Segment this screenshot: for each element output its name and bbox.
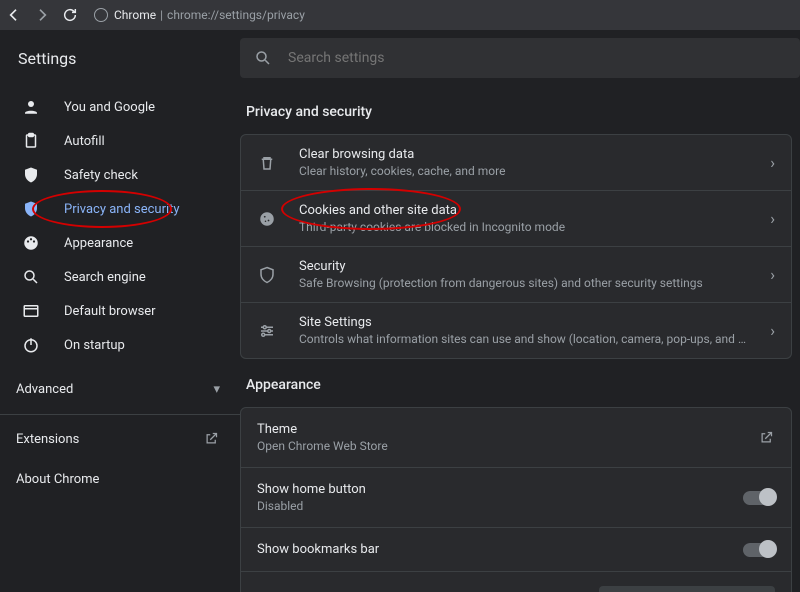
sidebar-item-label: Default browser [64,304,156,319]
card-title: Site Settings [299,315,748,330]
sidebar-item-you-and-google[interactable]: You and Google [0,90,240,124]
chevron-right-icon: › [770,265,775,284]
row-desc: Disabled [257,499,731,513]
sidebar-extensions-label: Extensions [16,432,79,447]
sidebar-about-chrome[interactable]: About Chrome [0,459,240,499]
open-external-icon [759,430,775,446]
browser-toolbar: Chrome | chrome://settings/privacy [0,0,800,30]
card-clear-browsing-data[interactable]: Clear browsing data Clear history, cooki… [240,134,792,191]
card-title: Clear browsing data [299,147,748,162]
sidebar-item-label: Privacy and security [64,202,180,217]
card-desc: Clear history, cookies, cache, and more [299,164,748,178]
row-title: Show bookmarks bar [257,542,731,557]
row-show-home-button[interactable]: Show home button Disabled [240,468,792,528]
card-security[interactable]: Security Safe Browsing (protection from … [240,247,792,303]
sidebar-item-autofill[interactable]: Autofill [0,124,240,158]
site-info-icon[interactable] [94,8,108,22]
browser-icon [22,302,40,320]
clipboard-icon [22,132,40,150]
palette-icon [22,234,40,252]
forward-button[interactable] [34,7,50,23]
card-title: Cookies and other site data [299,203,748,218]
sidebar-item-label: On startup [64,338,125,353]
card-desc: Safe Browsing (protection from dangerous… [299,276,748,290]
row-desc: Open Chrome Web Store [257,439,747,453]
sidebar-about-label: About Chrome [16,472,99,487]
card-desc: Controls what information sites can use … [299,332,748,346]
card-site-settings[interactable]: Site Settings Controls what information … [240,303,792,359]
card-desc: Third-party cookies are blocked in Incog… [299,220,748,234]
back-button[interactable] [6,7,22,23]
section-title-appearance: Appearance [246,377,800,393]
sidebar-item-label: Safety check [64,168,138,183]
row-show-bookmarks-bar[interactable]: Show bookmarks bar [240,528,792,572]
sidebar-item-label: You and Google [64,100,155,115]
tune-icon [257,321,277,341]
shield-check-icon [22,166,40,184]
search-settings[interactable] [240,38,800,78]
sidebar-item-privacy-and-security[interactable]: Privacy and security [0,192,240,226]
chevron-right-icon: › [770,153,775,172]
card-cookies[interactable]: Cookies and other site data Third-party … [240,191,792,247]
sidebar-item-label: Autofill [64,134,105,149]
toggle-home-button[interactable] [743,491,775,505]
row-theme[interactable]: Theme Open Chrome Web Store [240,407,792,468]
privacy-cards: Clear browsing data Clear history, cooki… [240,134,792,359]
person-icon [22,98,40,116]
chevron-right-icon: › [770,321,775,340]
url-host: Chrome [114,8,156,22]
settings-main: Privacy and security Clear browsing data… [240,30,800,592]
section-title-privacy: Privacy and security [246,104,800,120]
sidebar-extensions[interactable]: Extensions [0,419,240,459]
row-font-size[interactable]: Font size Medium (Recommended) ▾ [240,572,792,592]
reload-button[interactable] [62,7,78,23]
search-input[interactable] [288,50,786,66]
toggle-bookmarks-bar[interactable] [743,543,775,557]
chevron-right-icon: › [770,209,775,228]
card-title: Security [299,259,748,274]
divider [0,414,240,415]
trash-icon [257,153,277,173]
address-bar[interactable]: Chrome | chrome://settings/privacy [88,4,794,26]
search-icon [254,49,272,67]
url-path: chrome://settings/privacy [167,8,305,22]
sidebar-item-label: Appearance [64,236,133,251]
sidebar-item-label: Search engine [64,270,146,285]
chevron-down-icon: ▾ [213,382,220,397]
font-size-dropdown[interactable]: Medium (Recommended) ▾ [599,586,775,592]
row-title: Show home button [257,482,731,497]
search-icon [22,268,40,286]
sidebar-item-appearance[interactable]: Appearance [0,226,240,260]
appearance-rows: Theme Open Chrome Web Store Show home bu… [240,407,792,592]
cookie-icon [257,209,277,229]
row-title: Theme [257,422,747,437]
shield-icon [257,265,277,285]
sidebar-item-default-browser[interactable]: Default browser [0,294,240,328]
power-icon [22,336,40,354]
sidebar-advanced-toggle[interactable]: Advanced ▾ [0,368,240,410]
sidebar-item-search-engine[interactable]: Search engine [0,260,240,294]
sidebar-advanced-label: Advanced [16,382,73,397]
sidebar-item-on-startup[interactable]: On startup [0,328,240,362]
sidebar-item-safety-check[interactable]: Safety check [0,158,240,192]
open-external-icon [204,431,220,447]
settings-sidebar: Settings You and Google Autofill Safety … [0,30,240,592]
shield-icon [22,200,40,218]
settings-title: Settings [0,30,240,86]
